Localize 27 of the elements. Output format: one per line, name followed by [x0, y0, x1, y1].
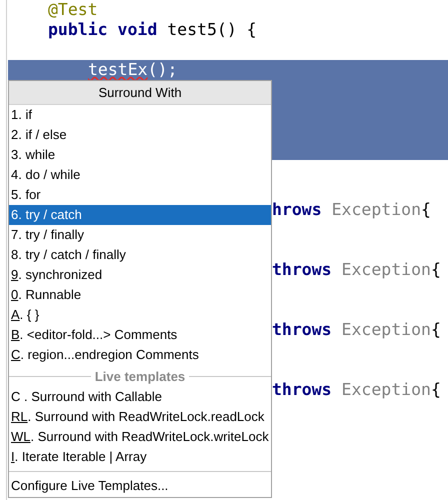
menu-item[interactable]: 9. synchronized	[9, 265, 271, 285]
menu-item[interactable]: WL. Surround with ReadWriteLock.writeLock	[9, 427, 271, 447]
menu-item[interactable]: C . Surround with Callable	[9, 387, 271, 407]
menu-item[interactable]: I. Iterate Iterable | Array	[9, 447, 271, 467]
menu-item[interactable]: 4. do / while	[9, 165, 271, 185]
code-line: throws Exception{	[272, 260, 441, 279]
code-line: hrows Exception{	[272, 200, 431, 219]
menu-item[interactable]: 3. while	[9, 145, 271, 165]
code-line: throws Exception{	[272, 320, 441, 339]
menu-item[interactable]: RL. Surround with ReadWriteLock.readLock	[9, 407, 271, 427]
configure-link[interactable]: Configure Live Templates...	[9, 474, 271, 497]
menu-item[interactable]: 0. Runnable	[9, 285, 271, 305]
code-line: throws Exception{	[272, 380, 441, 399]
menu-item[interactable]: 5. for	[9, 185, 271, 205]
popup-title: Surround With	[9, 81, 271, 105]
menu-item[interactable]: 2. if / else	[9, 125, 271, 145]
code-line: public void test5() {	[48, 20, 257, 39]
menu-item[interactable]: 7. try / finally	[9, 225, 271, 245]
section-title: Live templates	[94, 368, 186, 384]
menu-item[interactable]: B. <editor-fold...> Comments	[9, 325, 271, 345]
menu-item[interactable]: 6. try / catch	[9, 205, 271, 225]
code-line: testEx();	[88, 60, 178, 79]
menu-item[interactable]: A. { }	[9, 305, 271, 325]
menu-item[interactable]: 1. if	[9, 105, 271, 125]
menu-item[interactable]: 8. try / catch / finally	[9, 245, 271, 265]
code-line: @Test	[48, 0, 98, 19]
menu-item[interactable]: C. region...endregion Comments	[9, 345, 271, 365]
